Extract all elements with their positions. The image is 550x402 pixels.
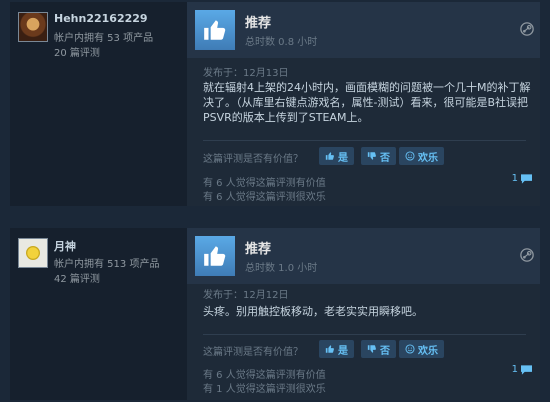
- reviewer-name[interactable]: Hehn22162229: [54, 12, 148, 25]
- smiley-icon: [405, 344, 415, 354]
- vote-yes-button[interactable]: 是: [319, 340, 354, 358]
- thumbs-up-icon: [195, 10, 235, 50]
- review-verdict: 推荐: [245, 242, 272, 257]
- comment-count: 1: [511, 364, 518, 375]
- vote-funny-button[interactable]: 欢乐: [399, 147, 444, 165]
- reviewer-products[interactable]: 帐户内拥有 513 项产品: [54, 255, 159, 270]
- reviewer-products[interactable]: 帐户内拥有 53 项产品: [54, 29, 153, 44]
- avatar[interactable]: [18, 238, 48, 268]
- thumbs-down-icon: [367, 152, 376, 160]
- verdict-header[interactable]: 推荐 总时数 1.0 小时: [187, 228, 540, 284]
- thumbs-down-icon: [367, 345, 376, 353]
- funny-count: 有 1 人觉得这篇评测很欢乐: [203, 384, 326, 395]
- steam-icon: [520, 248, 534, 262]
- thumbs-up-icon: [325, 152, 334, 160]
- vote-no-label: 否: [380, 345, 390, 357]
- helpful-count: 有 6 人觉得这篇评测有价值: [203, 370, 326, 381]
- reviewer-panel: Hehn22162229 帐户内拥有 53 项产品 20 篇评测: [10, 2, 187, 206]
- post-date: 发布于：12月13日: [203, 68, 289, 79]
- review-text: 头疼。别用触控板移动，老老实实用瞬移吧。: [203, 305, 423, 318]
- post-date: 发布于：12月12日: [203, 290, 289, 301]
- review-content: 推荐 总时数 1.0 小时 发布于：12月12日 头疼。别用触控板移动，老老实实…: [187, 228, 540, 400]
- helpful-question: 这篇评测是否有价值？: [203, 154, 303, 165]
- vote-yes-button[interactable]: 是: [319, 147, 354, 165]
- review-text: 就在辐射4上架的24小时内，画面模糊的问题被一个几十M的补丁解决了。（从库里右键…: [203, 81, 531, 124]
- vote-no-button[interactable]: 否: [361, 340, 396, 358]
- playtime: 总时数 0.8 小时: [245, 37, 318, 48]
- helpful-question: 这篇评测是否有价值？: [203, 347, 303, 358]
- comments-link[interactable]: 1: [512, 173, 532, 184]
- comment-count: 1: [511, 173, 518, 184]
- thumbs-up-icon: [195, 236, 235, 276]
- comment-icon: [521, 173, 532, 184]
- verdict-header[interactable]: 推荐 总时数 0.8 小时: [187, 2, 540, 58]
- helpful-count: 有 6 人觉得这篇评测有价值: [203, 178, 326, 189]
- vote-funny-button[interactable]: 欢乐: [399, 340, 444, 358]
- steam-icon: [520, 22, 534, 36]
- review-verdict: 推荐: [245, 16, 272, 31]
- reviewer-panel: 月神 帐户内拥有 513 项产品 42 篇评测: [10, 228, 187, 400]
- reviewer-review-count[interactable]: 42 篇评测: [54, 270, 100, 285]
- divider: [203, 140, 526, 141]
- vote-yes-label: 是: [338, 152, 348, 164]
- vote-no-button[interactable]: 否: [361, 147, 396, 165]
- thumbs-up-icon: [325, 345, 334, 353]
- review-card: Hehn22162229 帐户内拥有 53 项产品 20 篇评测 推荐 总时数 …: [10, 2, 540, 206]
- vote-funny-label: 欢乐: [418, 345, 438, 357]
- review-card: 月神 帐户内拥有 513 项产品 42 篇评测 推荐 总时数 1.0 小时 发布…: [10, 228, 540, 400]
- smiley-icon: [405, 151, 415, 161]
- playtime: 总时数 1.0 小时: [245, 263, 318, 274]
- reviewer-review-count[interactable]: 20 篇评测: [54, 44, 100, 59]
- funny-count: 有 6 人觉得这篇评测很欢乐: [203, 192, 326, 203]
- comment-icon: [521, 364, 532, 375]
- comments-link[interactable]: 1: [512, 364, 532, 375]
- vote-funny-label: 欢乐: [418, 152, 438, 164]
- vote-no-label: 否: [380, 152, 390, 164]
- review-content: 推荐 总时数 0.8 小时 发布于：12月13日 就在辐射4上架的24小时内，画…: [187, 2, 540, 206]
- vote-yes-label: 是: [338, 345, 348, 357]
- avatar[interactable]: [18, 12, 48, 42]
- reviewer-name[interactable]: 月神: [54, 238, 76, 254]
- divider: [203, 334, 526, 335]
